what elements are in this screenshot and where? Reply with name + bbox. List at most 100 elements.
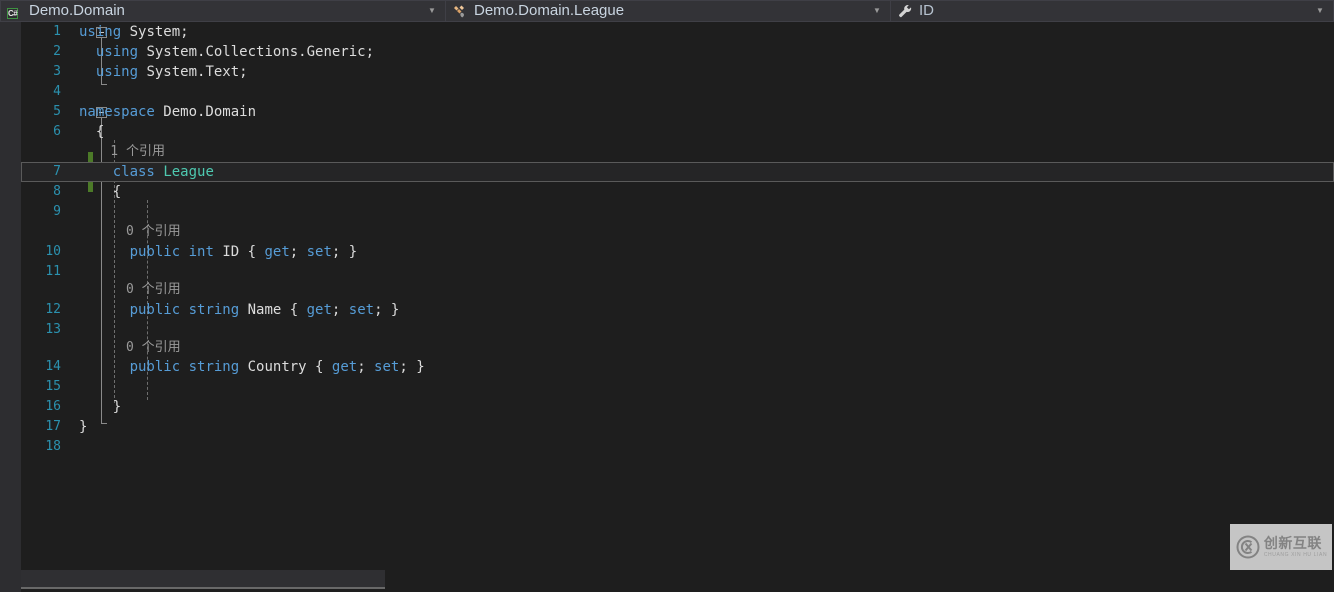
code-line[interactable]: 14 public string Country { get; set; } bbox=[21, 357, 1334, 377]
line-number: 11 bbox=[21, 262, 61, 282]
line-number: 18 bbox=[21, 437, 61, 457]
member-dropdown-label: ID bbox=[919, 1, 1311, 21]
code-text[interactable]: } bbox=[79, 417, 87, 437]
code-token: { bbox=[79, 184, 121, 200]
project-dropdown-label: Demo.Domain bbox=[29, 1, 423, 21]
code-line[interactable]: 10 public int ID { get; set; } bbox=[21, 242, 1334, 262]
code-token: ; } bbox=[332, 244, 357, 260]
code-token: ; bbox=[357, 359, 374, 375]
type-dropdown[interactable]: Demo.Domain.League ▼ bbox=[445, 0, 890, 22]
code-line[interactable]: 16 } bbox=[21, 397, 1334, 417]
code-token: public bbox=[130, 302, 181, 318]
line-number: 13 bbox=[21, 320, 61, 340]
code-token: } bbox=[79, 419, 87, 435]
code-line[interactable]: 0 个引用 bbox=[21, 280, 1334, 300]
code-token: get bbox=[264, 244, 289, 260]
code-line[interactable]: 0 个引用 bbox=[21, 222, 1334, 242]
code-line[interactable]: 18 bbox=[21, 437, 1334, 457]
watermark-chinese-text: 创新互联 bbox=[1264, 537, 1327, 551]
chevron-down-icon[interactable]: ▼ bbox=[1311, 0, 1329, 22]
code-text[interactable]: { bbox=[79, 122, 104, 142]
code-line[interactable]: 6 { bbox=[21, 122, 1334, 142]
vs-code-editor-window: C# Demo.Domain ▼ Demo.Domain.League ▼ bbox=[0, 0, 1334, 592]
line-number: 10 bbox=[21, 242, 61, 262]
code-text[interactable]: public int ID { get; set; } bbox=[79, 242, 357, 262]
code-text[interactable]: using System.Collections.Generic; bbox=[79, 42, 374, 62]
code-token: Name { bbox=[239, 302, 306, 318]
code-token: System.Text; bbox=[138, 64, 248, 80]
wrench-property-icon bbox=[897, 3, 913, 19]
code-token: { bbox=[79, 124, 104, 140]
code-token bbox=[79, 44, 96, 60]
line-number: 8 bbox=[21, 182, 61, 202]
code-line[interactable]: 0 个引用 bbox=[21, 338, 1334, 358]
code-token: class bbox=[113, 164, 155, 180]
code-token: public bbox=[130, 359, 181, 375]
chevron-down-icon[interactable]: ▼ bbox=[423, 0, 441, 22]
code-token: public bbox=[130, 244, 181, 260]
codelens-reference-count[interactable]: 1 个引用 bbox=[79, 142, 165, 162]
project-dropdown[interactable]: C# Demo.Domain ▼ bbox=[0, 0, 445, 22]
line-number: 7 bbox=[21, 162, 61, 182]
code-token: ; } bbox=[374, 302, 399, 318]
code-text[interactable]: public string Country { get; set; } bbox=[79, 357, 425, 377]
code-token: using bbox=[96, 44, 138, 60]
code-token: using bbox=[79, 24, 121, 40]
class-icon bbox=[452, 3, 468, 19]
navigation-bar: C# Demo.Domain ▼ Demo.Domain.League ▼ bbox=[0, 0, 1334, 22]
horizontal-scrollbar-thumb[interactable] bbox=[21, 570, 385, 589]
line-number: 6 bbox=[21, 122, 61, 142]
member-dropdown[interactable]: ID ▼ bbox=[890, 0, 1334, 22]
code-token: ; } bbox=[399, 359, 424, 375]
code-text[interactable]: } bbox=[79, 397, 121, 417]
code-line[interactable]: 13 bbox=[21, 320, 1334, 340]
codelens-reference-count[interactable]: 0 个引用 bbox=[79, 222, 181, 242]
code-line[interactable]: 5 namespace Demo.Domain bbox=[21, 102, 1334, 122]
code-token bbox=[180, 359, 188, 375]
code-text[interactable]: public string Name { get; set; } bbox=[79, 300, 399, 320]
code-line[interactable]: 4 bbox=[21, 82, 1334, 102]
code-token: Demo.Domain bbox=[155, 104, 256, 120]
code-text[interactable]: namespace Demo.Domain bbox=[79, 102, 256, 122]
line-number: 1 bbox=[21, 22, 61, 42]
line-number: 3 bbox=[21, 62, 61, 82]
code-token bbox=[180, 244, 188, 260]
line-number: 17 bbox=[21, 417, 61, 437]
code-line[interactable]: 17} bbox=[21, 417, 1334, 437]
code-token bbox=[180, 302, 188, 318]
code-editor-surface[interactable]: 1using System;2 using System.Collections… bbox=[0, 22, 1334, 570]
code-token: set bbox=[349, 302, 374, 318]
code-token: get bbox=[332, 359, 357, 375]
code-line[interactable]: 1 using System; bbox=[21, 22, 1334, 42]
csharp-file-icon: C# bbox=[7, 3, 23, 19]
code-text[interactable]: { bbox=[79, 182, 121, 202]
code-line[interactable]: 15 bbox=[21, 377, 1334, 397]
code-token bbox=[79, 244, 130, 260]
code-text[interactable]: class League bbox=[79, 162, 214, 182]
code-line[interactable]: 9 bbox=[21, 202, 1334, 222]
horizontal-scrollbar[interactable] bbox=[0, 570, 1334, 592]
code-token: int bbox=[189, 244, 214, 260]
line-number: 2 bbox=[21, 42, 61, 62]
code-line[interactable]: 11 bbox=[21, 262, 1334, 282]
chevron-down-icon[interactable]: ▼ bbox=[868, 0, 886, 22]
code-line[interactable]: 3 using System.Text; bbox=[21, 62, 1334, 82]
line-number: 5 bbox=[21, 102, 61, 122]
code-canvas[interactable]: 1using System;2 using System.Collections… bbox=[21, 22, 1334, 570]
code-line[interactable]: 8 { bbox=[21, 182, 1334, 202]
code-token: set bbox=[307, 244, 332, 260]
code-line[interactable]: 1 个引用 bbox=[21, 142, 1334, 162]
code-line[interactable]: 12 public string Name { get; set; } bbox=[21, 300, 1334, 320]
line-number: 14 bbox=[21, 357, 61, 377]
code-line[interactable]: 2 using System.Collections.Generic; bbox=[21, 42, 1334, 62]
code-text[interactable]: using System.Text; bbox=[79, 62, 248, 82]
code-line[interactable]: 7 class League bbox=[21, 162, 1334, 182]
codelens-reference-count[interactable]: 0 个引用 bbox=[79, 338, 181, 358]
code-text[interactable]: using System; bbox=[79, 22, 189, 42]
codelens-reference-count[interactable]: 0 个引用 bbox=[79, 280, 181, 300]
code-token bbox=[79, 302, 130, 318]
line-number: 15 bbox=[21, 377, 61, 397]
code-token: League bbox=[163, 164, 214, 180]
watermark-pinyin-text: CHUANG XIN HU LIAN bbox=[1264, 553, 1327, 558]
code-token: } bbox=[79, 399, 121, 415]
